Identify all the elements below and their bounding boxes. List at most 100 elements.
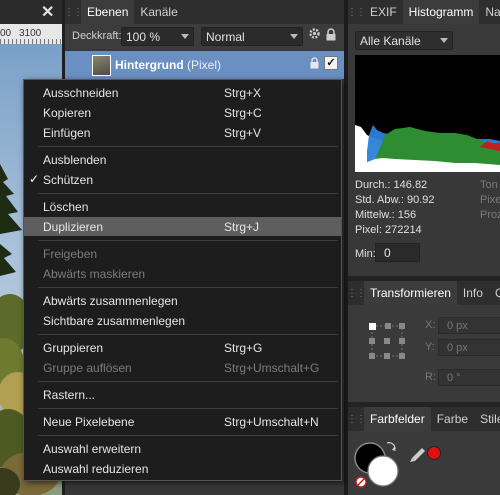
chevron-down-icon	[290, 34, 298, 39]
tab-farbfelder[interactable]: Farbfelder	[364, 407, 431, 431]
menu-item-label: Schützen	[43, 173, 94, 187]
menu-separator	[38, 240, 338, 241]
swatches-panel-tabbar: ⋮⋮ Farbfelder Farbe Stile F	[348, 407, 500, 431]
color-wells[interactable]	[348, 431, 500, 495]
panel-grip-icon[interactable]: ⋮⋮	[348, 0, 366, 24]
channel-dropdown[interactable]: Alle Kanäle	[355, 31, 453, 50]
menu-separator	[38, 435, 338, 436]
menu-item-ausblenden[interactable]: Ausblenden	[24, 150, 341, 169]
chevron-down-icon	[440, 38, 448, 43]
panel-grip-icon[interactable]: ⋮⋮	[64, 0, 83, 24]
menu-item-label: Gruppe auflösen	[43, 361, 132, 375]
menu-item-shortcut: Strg+X	[224, 86, 262, 100]
tab-quelle[interactable]: Que	[489, 281, 500, 305]
layer-visibility-checkbox[interactable]: ✓	[324, 56, 338, 70]
layers-options-bar: Deckkraft: 100 % Normal	[65, 24, 344, 49]
lock-icon[interactable]	[326, 28, 336, 44]
menu-item-auswahl-erweitern[interactable]: Auswahl erweitern	[24, 439, 341, 458]
menu-item-abwärts-zusammenlegen[interactable]: Abwärts zusammenlegen	[24, 291, 341, 310]
layer-context-menu: Ausschneiden Strg+X Kopieren Strg+C Einfügen…	[23, 79, 342, 481]
chevron-down-icon	[181, 34, 189, 39]
menu-separator	[38, 334, 338, 335]
gear-icon[interactable]	[308, 27, 321, 43]
menu-item-auswahl-reduzieren[interactable]: Auswahl reduzieren	[24, 459, 341, 478]
menu-item-abwärts-maskieren[interactable]: Abwärts maskieren	[24, 264, 341, 283]
x-input[interactable]: 0 px	[438, 317, 500, 334]
layer-name: Hintergrund (Pixel)	[115, 58, 222, 72]
opacity-dropdown[interactable]: 100 %	[121, 27, 194, 46]
min-label: Min:	[355, 248, 376, 260]
tab-ebenen[interactable]: Ebenen	[81, 0, 135, 24]
menu-item-schützen[interactable]: ✓ Schützen	[24, 170, 341, 189]
menu-item-einfügen[interactable]: Einfügen Strg+V	[24, 123, 341, 142]
menu-item-label: Rastern...	[43, 388, 96, 402]
close-document-icon[interactable]: ✕	[41, 2, 54, 22]
menu-item-kopieren[interactable]: Kopieren Strg+C	[24, 103, 341, 122]
layer-lock-icon[interactable]	[310, 57, 319, 69]
tab-stile[interactable]: Stile	[474, 407, 500, 431]
rotation-input[interactable]: 0 °	[438, 369, 500, 386]
min-input[interactable]: 0	[375, 243, 420, 262]
tab-farbe[interactable]: Farbe	[431, 407, 474, 431]
menu-item-duplizieren[interactable]: Duplizieren Strg+J	[24, 217, 341, 236]
menu-item-label: Freigeben	[43, 247, 98, 261]
layers-panel-tabbar: ⋮⋮ Ebenen Kanäle	[64, 0, 344, 24]
menu-item-sichtbare-zusammenlegen[interactable]: Sichtbare zusammenlegen	[24, 311, 341, 330]
menu-item-label: Abwärts maskieren	[43, 267, 146, 281]
blend-mode-value: Normal	[206, 30, 245, 44]
menu-item-label: Löschen	[43, 200, 89, 214]
menu-item-gruppieren[interactable]: Gruppieren Strg+G	[24, 338, 341, 357]
y-input[interactable]: 0 px	[438, 339, 500, 356]
menu-item-label: Kopieren	[43, 106, 92, 120]
transform-panel-body: X: 0 px Y: 0 px R: 0 °	[348, 305, 500, 405]
stat-tone-label: Ton	[480, 179, 498, 191]
panel-grip-icon[interactable]: ⋮⋮	[348, 407, 366, 431]
stat-mean: Durch.: 146.82	[355, 179, 428, 191]
tab-info[interactable]: Info	[457, 281, 489, 305]
stat-median: Mittelw.: 156	[355, 209, 417, 221]
histogram-graph	[355, 55, 500, 172]
tab-transformieren[interactable]: Transformieren	[364, 281, 457, 305]
menu-item-shortcut: Strg+V	[224, 126, 262, 140]
stat-percent-label: Proz	[480, 209, 500, 221]
blend-mode-dropdown[interactable]: Normal	[201, 27, 303, 46]
menu-item-gruppe-auflösen[interactable]: Gruppe auflösen Strg+Umschalt+G	[24, 358, 341, 377]
swatches-panel-body	[348, 431, 500, 495]
menu-item-ausschneiden[interactable]: Ausschneiden Strg+X	[24, 83, 341, 102]
menu-item-neue-pixelebene[interactable]: Neue Pixelebene Strg+Umschalt+N	[24, 412, 341, 431]
menu-separator	[38, 408, 338, 409]
tab-navigator[interactable]: Naviga	[479, 0, 500, 24]
panel-grip-icon[interactable]: ⋮⋮	[348, 281, 366, 305]
menu-separator	[38, 146, 338, 147]
stat-pixel-label: Pixe	[480, 194, 500, 206]
layer-thumbnail	[92, 55, 111, 76]
horizontal-ruler: 00 3100	[0, 24, 62, 44]
checkmark-icon: ✓	[29, 172, 40, 186]
tab-exif[interactable]: EXIF	[364, 0, 403, 24]
document-tab-bar: ✕	[0, 0, 62, 24]
menu-separator	[38, 193, 338, 194]
ruler-label: 3100	[19, 28, 42, 39]
tab-kanaele[interactable]: Kanäle	[134, 0, 183, 24]
stat-std-dev: Std. Abw.: 90.92	[355, 194, 435, 206]
anchor-selector[interactable]	[368, 322, 406, 360]
menu-item-löschen[interactable]: Löschen	[24, 197, 341, 216]
y-label: Y:	[425, 341, 435, 353]
menu-item-label: Neue Pixelebene	[43, 415, 135, 429]
rotation-label: R:	[425, 371, 436, 383]
menu-item-shortcut: Strg+G	[224, 341, 263, 355]
opacity-value: 100 %	[126, 30, 161, 44]
menu-item-label: Duplizieren	[43, 220, 104, 234]
transform-panel-tabbar: ⋮⋮ Transformieren Info Que	[348, 281, 500, 305]
tab-histogramm[interactable]: Histogramm	[402, 0, 480, 24]
opacity-label: Deckkraft:	[72, 30, 122, 42]
layer-row-hintergrund[interactable]: Hintergrund (Pixel) ✓	[65, 51, 344, 79]
menu-item-freigeben[interactable]: Freigeben	[24, 244, 341, 263]
menu-item-rastern[interactable]: Rastern...	[24, 385, 341, 404]
menu-item-shortcut: Strg+J	[224, 220, 260, 234]
menu-separator	[38, 381, 338, 382]
channel-value: Alle Kanäle	[360, 34, 421, 48]
menu-item-label: Abwärts zusammenlegen	[43, 294, 178, 308]
ruler-label: 00	[0, 28, 12, 39]
menu-item-label: Auswahl erweitern	[43, 442, 142, 456]
